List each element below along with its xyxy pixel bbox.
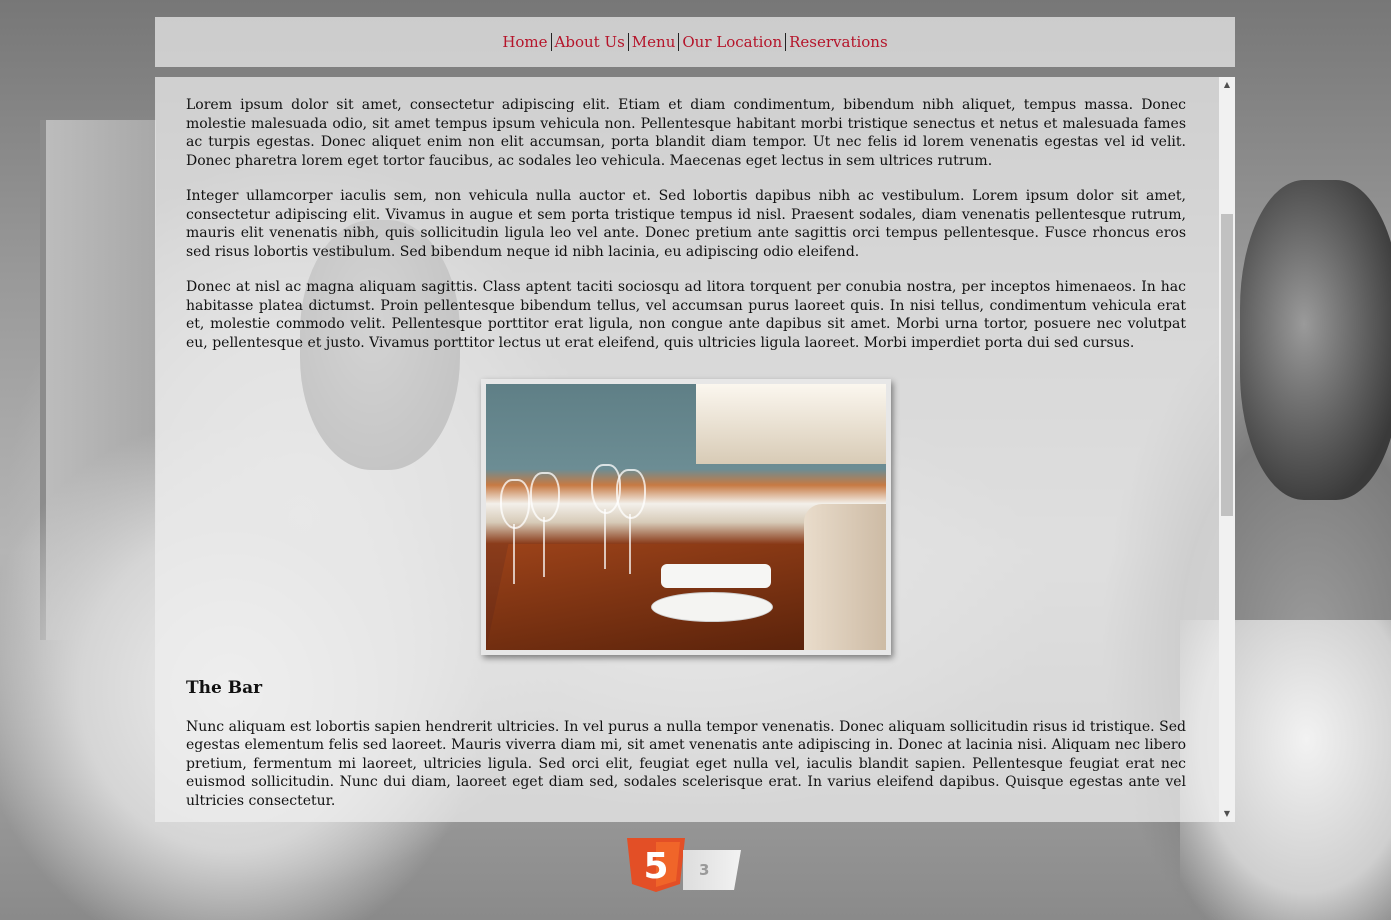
intro-paragraph-1: Lorem ipsum dolor sit amet, consectetur … — [186, 97, 1186, 169]
bar-paragraph: Nunc aliquam est lobortis sapien hendrer… — [186, 718, 1186, 809]
intro-paragraph-3: Donec at nisl ac magna aliquam sagittis.… — [186, 279, 1186, 351]
nav-link-reservations[interactable]: Reservations — [786, 33, 891, 51]
html5-shield-text: 5 — [643, 846, 668, 887]
html5-css3-badge: 5 3 — [627, 838, 742, 892]
nav-link-menu[interactable]: Menu — [629, 33, 679, 51]
vertical-scrollbar[interactable]: ▲ ▼ — [1219, 77, 1235, 822]
css3-tab-text: 3 — [699, 861, 710, 879]
photo-container — [186, 379, 1186, 655]
nav-link-our-location[interactable]: Our Location — [679, 33, 785, 51]
restaurant-table-photo — [481, 379, 891, 655]
nav-link-about-us[interactable]: About Us — [552, 33, 628, 51]
css3-logo-icon: 3 — [683, 850, 741, 890]
section-heading-the-bar: The Bar — [186, 678, 263, 698]
scroll-down-arrow-icon[interactable]: ▼ — [1219, 806, 1235, 822]
scroll-up-arrow-icon[interactable]: ▲ — [1219, 77, 1235, 93]
content-panel[interactable]: Lorem ipsum dolor sit amet, consectetur … — [155, 77, 1235, 822]
nav-link-home[interactable]: Home — [499, 33, 550, 51]
intro-paragraph-2: Integer ullamcorper iaculis sem, non veh… — [186, 188, 1186, 260]
main-nav: Home About Us Menu Our Location Reservat… — [155, 17, 1235, 67]
scrollbar-thumb[interactable] — [1221, 214, 1233, 516]
content-body: Lorem ipsum dolor sit amet, consectetur … — [186, 96, 1186, 822]
html5-logo-icon: 5 — [627, 838, 685, 892]
